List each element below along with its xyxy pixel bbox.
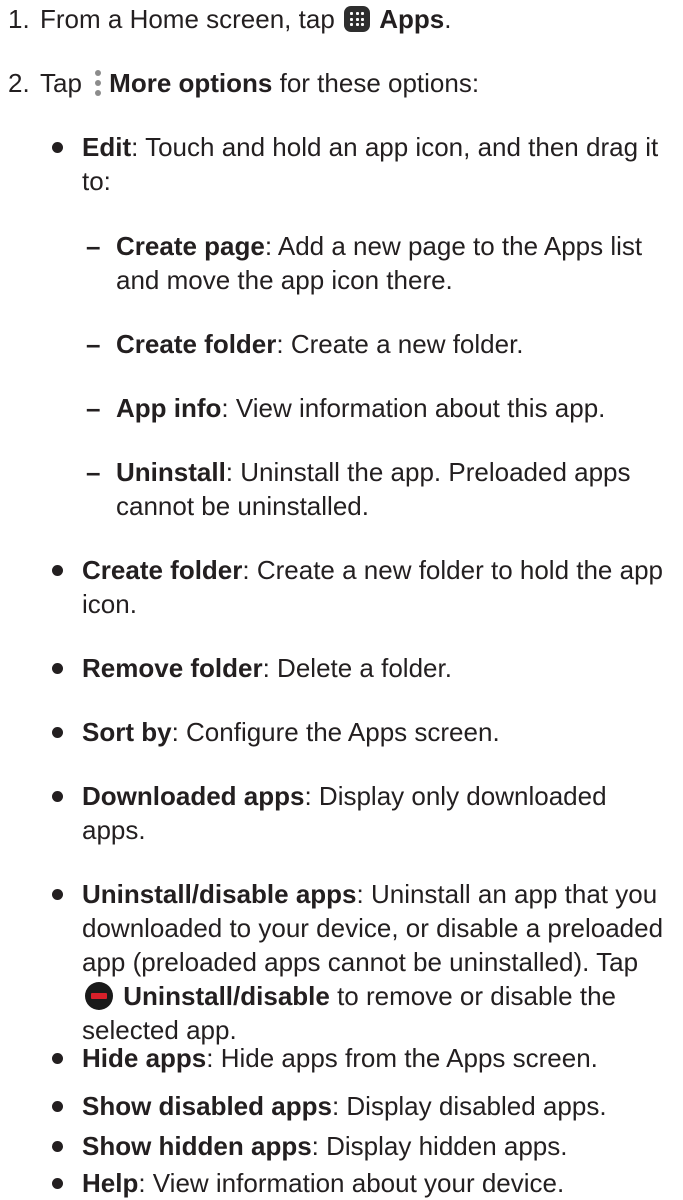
bullet-dot <box>52 1053 63 1064</box>
option-desc: : Display hidden apps. <box>311 1131 568 1161</box>
option-create-folder: Create folder: Create a new folder to ho… <box>52 553 672 621</box>
option-term: Remove folder <box>82 653 263 683</box>
option-term-secondary: Uninstall/disable <box>123 981 330 1011</box>
dash-marker: – <box>86 393 101 423</box>
suboption-term: Create folder <box>116 329 277 359</box>
step-2: 2. Tap More options for these options: <box>8 66 479 100</box>
option-remove-folder: Remove folder: Delete a folder. <box>52 651 672 685</box>
option-desc: : Configure the Apps screen. <box>171 717 500 747</box>
suboption-term: Create page <box>116 231 265 261</box>
option-desc: : Hide apps from the Apps screen. <box>206 1043 598 1073</box>
suboption-create-folder: – Create folder: Create a new folder. <box>86 327 676 361</box>
apps-grid-icon <box>344 6 371 32</box>
option-term: Edit <box>82 132 132 162</box>
option-desc: : View information about your device. <box>138 1168 565 1198</box>
option-term: Downloaded apps <box>82 781 305 811</box>
option-term: Hide apps <box>82 1043 207 1073</box>
option-sort-by: Sort by: Configure the Apps screen. <box>52 715 672 749</box>
step-number: 2. <box>8 68 30 98</box>
option-term: Help <box>82 1168 139 1198</box>
bullet-dot <box>52 142 63 153</box>
suboption-create-page: – Create page: Add a new page to the Apps… <box>86 229 676 297</box>
more-options-icon <box>93 69 103 97</box>
suboption-desc: : View information about this app. <box>221 393 606 423</box>
bullet-dot <box>52 1141 63 1152</box>
suboption-term: App info <box>116 393 222 423</box>
option-term: Uninstall/disable apps <box>82 879 357 909</box>
bullet-dot <box>52 791 63 802</box>
step-text: Tap <box>40 68 82 98</box>
option-desc: : Delete a folder. <box>262 653 452 683</box>
option-downloaded-apps: Downloaded apps: Display only downloaded… <box>52 779 672 847</box>
bullet-dot <box>52 727 63 738</box>
bullet-dot <box>52 1178 63 1189</box>
option-term: Sort by <box>82 717 172 747</box>
option-term: Create folder <box>82 555 243 585</box>
option-show-hidden-apps: Show hidden apps: Display hidden apps. <box>52 1129 672 1163</box>
dash-marker: – <box>86 329 101 359</box>
suboption-desc: : Create a new folder. <box>276 329 524 359</box>
bullet-dot <box>52 889 63 900</box>
option-edit: Edit: Touch and hold an app icon, and th… <box>52 130 672 198</box>
step-suffix: for these options: <box>279 68 480 98</box>
dash-marker: – <box>86 231 101 261</box>
instructions-page: 1. From a Home screen, tap Apps. 2. Tap Mo… <box>0 0 683 1200</box>
step-number: 1. <box>8 4 30 34</box>
dash-marker: – <box>86 457 101 487</box>
option-help: Help: View information about your device… <box>52 1166 672 1200</box>
option-desc: : Display disabled apps. <box>331 1091 607 1121</box>
suboption-term: Uninstall <box>116 457 226 487</box>
step-term: Apps <box>379 4 445 34</box>
step-term: More options <box>109 68 273 98</box>
option-desc: : Touch and hold an app icon, and then d… <box>82 132 659 196</box>
step-text: From a Home screen, tap <box>40 4 335 34</box>
step-suffix: . <box>444 4 452 34</box>
uninstall-disable-icon <box>85 982 113 1010</box>
option-term: Show hidden apps <box>82 1131 312 1161</box>
suboption-app-info: – App info: View information about this a… <box>86 391 676 425</box>
step-1: 1. From a Home screen, tap Apps. <box>8 2 451 36</box>
bullet-dot <box>52 1101 63 1112</box>
option-hide-apps: Hide apps: Hide apps from the Apps scree… <box>52 1041 672 1075</box>
option-term: Show disabled apps <box>82 1091 332 1121</box>
option-uninstall-disable-apps: Uninstall/disable apps: Uninstall an app… <box>52 877 672 1047</box>
suboption-uninstall: – Uninstall: Uninstall the app. Preloaded… <box>86 455 676 523</box>
bullet-dot <box>52 663 63 674</box>
bullet-dot <box>52 565 63 576</box>
option-show-disabled-apps: Show disabled apps: Display disabled app… <box>52 1089 672 1123</box>
